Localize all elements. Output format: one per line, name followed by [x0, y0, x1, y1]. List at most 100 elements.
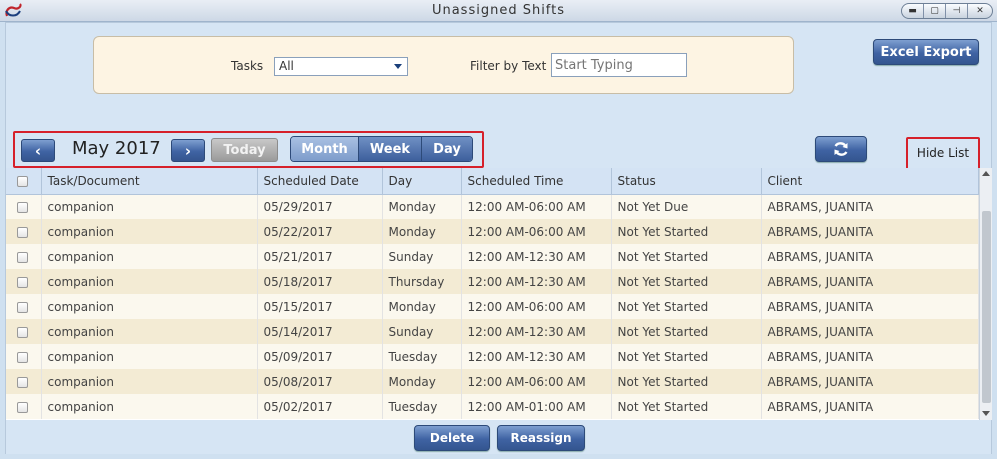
col-header-task[interactable]: Task/Document [41, 168, 258, 195]
cell-scheduled-date: 05/08/2017 [257, 369, 383, 394]
cell-client: ABRAMS, JUANITA [761, 244, 979, 269]
table-row[interactable]: companion 05/08/2017 Monday 12:00 AM-06:00 … [6, 369, 979, 394]
cell-scheduled-time: 12:00 AM-06:00 AM [461, 369, 612, 394]
restore-button[interactable]: ▢ [924, 4, 946, 18]
cell-scheduled-time: 12:00 AM-12:30 AM [461, 344, 612, 369]
view-month-button[interactable]: Month [291, 137, 359, 161]
row-checkbox[interactable] [17, 401, 28, 413]
row-checkbox[interactable] [17, 301, 28, 313]
filter-text-input[interactable] [551, 53, 687, 77]
row-checkbox-cell[interactable] [6, 344, 42, 369]
col-header-scheduled-time[interactable]: Scheduled Time [461, 168, 612, 195]
cell-day: Sunday [382, 244, 462, 269]
minimize-button[interactable]: ▬ [902, 4, 924, 18]
row-checkbox[interactable] [17, 351, 28, 363]
row-checkbox-cell[interactable] [6, 244, 42, 269]
select-all-checkbox-cell[interactable] [6, 168, 42, 195]
title-bar: Unassigned Shifts ▬ ▢ ⊣ ✕ [0, 0, 997, 22]
table-row[interactable]: companion 05/22/2017 Monday 12:00 AM-06:00 … [6, 219, 979, 244]
table-row[interactable]: companion 05/14/2017 Sunday 12:00 AM-12:30 … [6, 319, 979, 344]
refresh-icon [834, 142, 848, 156]
cell-client: ABRAMS, JUANITA [761, 294, 979, 319]
scroll-down-icon[interactable] [982, 411, 990, 416]
row-checkbox-cell[interactable] [6, 294, 42, 319]
month-year-label: May 2017 [72, 138, 161, 159]
tasks-select-value: All [279, 59, 294, 73]
scroll-thumb[interactable] [982, 211, 991, 403]
cell-client: ABRAMS, JUANITA [761, 269, 979, 294]
cell-status: Not Yet Started [611, 244, 762, 269]
table-row[interactable]: companion 05/21/2017 Sunday 12:00 AM-12:30 … [6, 244, 979, 269]
row-checkbox[interactable] [17, 251, 28, 263]
view-day-button[interactable]: Day [422, 137, 472, 161]
row-checkbox[interactable] [17, 376, 28, 388]
excel-export-button[interactable]: Excel Export [873, 39, 979, 65]
cell-day: Tuesday [382, 344, 462, 369]
table-row[interactable]: companion 05/29/2017 Monday 12:00 AM-06:00 … [6, 194, 979, 219]
restore-icon: ▢ [930, 6, 939, 16]
cell-task: companion [41, 269, 258, 294]
cell-scheduled-date: 05/15/2017 [257, 294, 383, 319]
cell-task: companion [41, 319, 258, 344]
reassign-button[interactable]: Reassign [497, 425, 585, 451]
row-checkbox-cell[interactable] [6, 369, 42, 394]
refresh-button[interactable] [815, 136, 867, 162]
cell-task: companion [41, 194, 258, 219]
row-checkbox-cell[interactable] [6, 219, 42, 244]
cell-client: ABRAMS, JUANITA [761, 369, 979, 394]
cell-client: ABRAMS, JUANITA [761, 194, 979, 219]
filter-text-label: Filter by Text [470, 59, 547, 73]
chevron-left-icon: ‹ [34, 141, 42, 160]
col-header-status[interactable]: Status [611, 168, 762, 195]
cell-client: ABRAMS, JUANITA [761, 394, 979, 419]
cell-day: Sunday [382, 319, 462, 344]
row-checkbox-cell[interactable] [6, 319, 42, 344]
cell-scheduled-time: 12:00 AM-06:00 AM [461, 294, 612, 319]
cell-status: Not Yet Started [611, 319, 762, 344]
row-checkbox[interactable] [17, 226, 28, 238]
table-header-row: Task/Document Scheduled Date Day Schedul… [6, 168, 979, 195]
table-row[interactable]: companion 05/18/2017 Thursday 12:00 AM-12:3… [6, 269, 979, 294]
table-scrollbar[interactable] [979, 168, 992, 420]
row-checkbox[interactable] [17, 201, 28, 213]
row-checkbox[interactable] [17, 326, 28, 338]
cell-scheduled-date: 05/09/2017 [257, 344, 383, 369]
col-header-client[interactable]: Client [761, 168, 979, 195]
scroll-up-icon[interactable] [982, 171, 990, 176]
cell-scheduled-time: 12:00 AM-01:00 AM [461, 394, 612, 419]
select-all-checkbox[interactable] [17, 175, 28, 187]
table-row[interactable]: companion 05/02/2017 Tuesday 12:00 AM-01:00… [6, 394, 979, 419]
cell-task: companion [41, 244, 258, 269]
cell-client: ABRAMS, JUANITA [761, 319, 979, 344]
tasks-select[interactable]: All [274, 57, 408, 76]
close-button[interactable]: ✕ [968, 4, 992, 18]
table-row[interactable]: companion 05/09/2017 Tuesday 12:00 AM-12:30… [6, 344, 979, 369]
col-header-scheduled-date[interactable]: Scheduled Date [257, 168, 383, 195]
col-header-day[interactable]: Day [382, 168, 462, 195]
cell-task: companion [41, 394, 258, 419]
pin-button[interactable]: ⊣ [946, 4, 968, 18]
cell-status: Not Yet Started [611, 269, 762, 294]
today-button[interactable]: Today [211, 138, 278, 162]
delete-button[interactable]: Delete [414, 425, 490, 451]
prev-month-button[interactable]: ‹ [21, 139, 55, 162]
cell-scheduled-time: 12:00 AM-12:30 AM [461, 244, 612, 269]
row-checkbox-cell[interactable] [6, 394, 42, 419]
cell-scheduled-date: 05/14/2017 [257, 319, 383, 344]
action-footer: Delete Reassign [6, 420, 991, 454]
cell-day: Monday [382, 219, 462, 244]
row-checkbox-cell[interactable] [6, 194, 42, 219]
view-week-button[interactable]: Week [359, 137, 422, 161]
pin-icon: ⊣ [952, 6, 961, 16]
cell-task: companion [41, 294, 258, 319]
filter-panel: Tasks All Filter by Text [93, 36, 794, 94]
cell-client: ABRAMS, JUANITA [761, 219, 979, 244]
cell-day: Thursday [382, 269, 462, 294]
table-row[interactable]: companion 05/15/2017 Monday 12:00 AM-06:00 … [6, 294, 979, 319]
row-checkbox-cell[interactable] [6, 269, 42, 294]
cell-scheduled-time: 12:00 AM-06:00 AM [461, 219, 612, 244]
minimize-icon: ▬ [908, 6, 917, 16]
hide-list-link[interactable]: Hide List [910, 140, 976, 166]
row-checkbox[interactable] [17, 276, 28, 288]
next-month-button[interactable]: › [171, 139, 205, 162]
